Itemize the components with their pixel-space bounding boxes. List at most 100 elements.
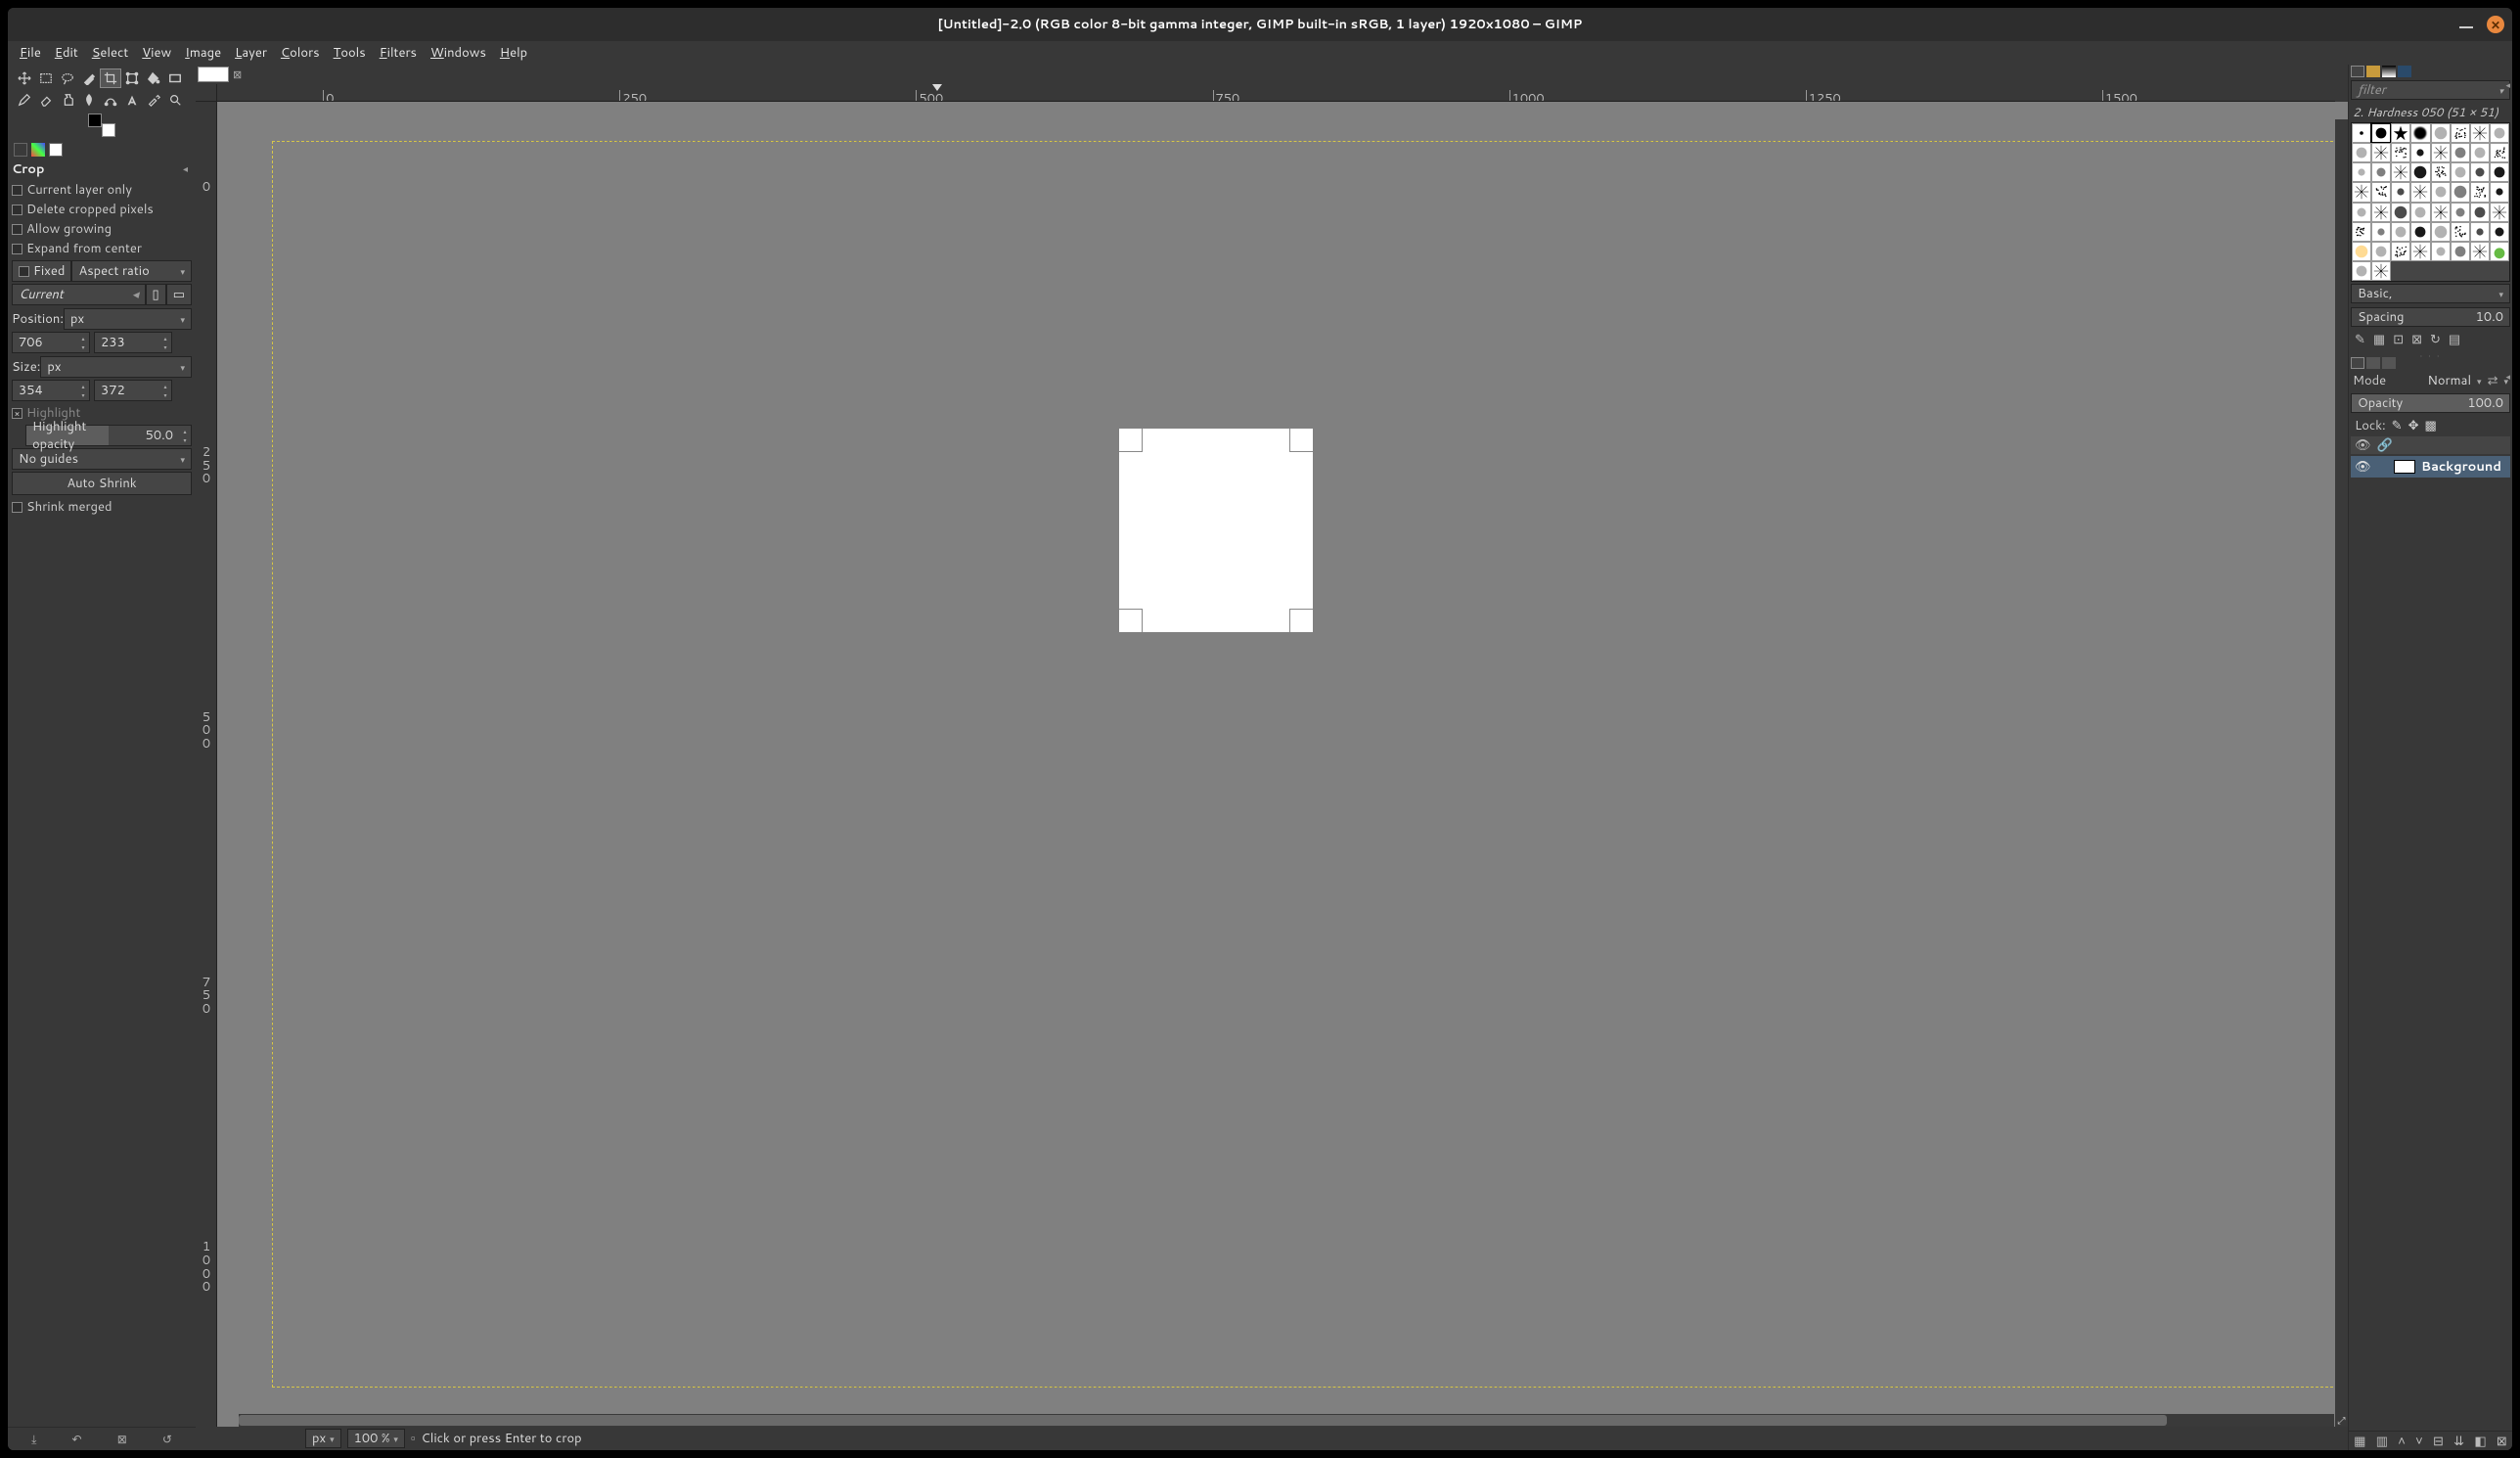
delete-cropped-checkbox[interactable]	[12, 205, 22, 215]
fuzzy-select-tool[interactable]	[78, 68, 100, 88]
h-scrollbar[interactable]	[239, 1414, 2334, 1427]
menu-layer[interactable]: Layer	[231, 42, 271, 64]
tool-options-tab-icon[interactable]	[14, 143, 27, 157]
color-picker-tool[interactable]	[143, 90, 164, 110]
horizontal-ruler[interactable]: 0250500750100012501500	[217, 84, 2335, 102]
status-unit-select[interactable]: px▾	[305, 1429, 341, 1448]
menu-help[interactable]: Help	[496, 42, 531, 64]
brush-filter-input[interactable]: filter▾	[2351, 80, 2510, 100]
lock-pixels-icon[interactable]: ✎	[2392, 417, 2403, 434]
lock-position-icon[interactable]: ✥	[2408, 417, 2419, 434]
brush-spacing-slider[interactable]: Spacing10.0	[2351, 307, 2510, 327]
menu-colors[interactable]: Colors	[277, 42, 324, 64]
brushes-tab[interactable]	[2351, 66, 2364, 77]
brush-grid[interactable]	[2351, 122, 2510, 282]
duplicate-layer-icon[interactable]: ⊟	[2433, 1433, 2444, 1450]
fonts-tab[interactable]	[2398, 66, 2411, 77]
gradient-tool[interactable]	[164, 68, 186, 88]
open-brush-folder-icon[interactable]: ▤	[2449, 331, 2460, 348]
save-preset-icon[interactable]: ⤓	[31, 1431, 36, 1447]
position-y-input[interactable]: 233▴▾	[94, 332, 172, 353]
position-unit-select[interactable]: px▾	[64, 308, 192, 330]
lock-alpha-icon[interactable]: ▩	[2424, 417, 2436, 434]
highlight-checkbox[interactable]: ×	[12, 408, 22, 419]
layer-item[interactable]: 👁 Background	[2351, 456, 2510, 478]
crop-handle-br[interactable]	[1289, 609, 1313, 632]
shrink-merged-checkbox[interactable]	[12, 502, 22, 513]
cancel-icon[interactable]: ▫	[411, 1430, 416, 1447]
menu-filters[interactable]: Filters	[376, 42, 421, 64]
clone-tool[interactable]	[57, 90, 78, 110]
gradients-tab[interactable]	[2382, 66, 2396, 77]
restore-preset-icon[interactable]: ↶	[72, 1431, 82, 1447]
brush-preset-select[interactable]: Basic,▾	[2351, 284, 2510, 303]
expand-center-checkbox[interactable]	[12, 244, 22, 254]
crop-tool[interactable]	[100, 68, 121, 88]
brushes-menu-icon[interactable]: ◂	[2505, 78, 2510, 91]
layer-visibility-icon[interactable]: 👁	[2355, 458, 2368, 476]
layer-name[interactable]: Background	[2421, 458, 2501, 476]
canvas[interactable]	[217, 102, 2348, 1427]
tool-options-menu-icon[interactable]: ◂	[183, 162, 188, 176]
mode-select[interactable]: Normal	[2427, 372, 2471, 389]
edit-brush-icon[interactable]: ✎	[2355, 331, 2365, 348]
menu-tools[interactable]: Tools	[330, 42, 370, 64]
delete-preset-icon[interactable]: ⊠	[117, 1431, 127, 1447]
new-group-icon[interactable]: ▥	[2376, 1433, 2388, 1450]
v-scrollbar[interactable]	[2335, 119, 2348, 1414]
transform-tool[interactable]	[121, 68, 143, 88]
size-unit-select[interactable]: px▾	[40, 356, 192, 378]
mode-switch-icon[interactable]: ⇄	[2488, 372, 2498, 389]
reset-preset-icon[interactable]: ↺	[162, 1431, 172, 1447]
channels-tab[interactable]	[2366, 357, 2380, 369]
aspect-entry[interactable]: Current◂	[12, 284, 146, 305]
menu-view[interactable]: View	[138, 42, 175, 64]
current-layer-only-checkbox[interactable]	[12, 185, 22, 196]
pencil-tool[interactable]	[14, 90, 35, 110]
patterns-tab[interactable]	[2366, 66, 2380, 77]
highlight-opacity-slider[interactable]: Highlight opacity 50.0 ▴▾	[25, 425, 192, 446]
smudge-tool[interactable]	[78, 90, 100, 110]
refresh-brushes-icon[interactable]: ↻	[2430, 331, 2441, 348]
crop-handle-tl[interactable]	[1119, 429, 1143, 452]
crop-handle-tr[interactable]	[1289, 429, 1313, 452]
size-w-input[interactable]: 354▴▾	[12, 380, 90, 401]
layers-menu-icon[interactable]: ◂	[2505, 370, 2510, 383]
allow-growing-checkbox[interactable]	[12, 224, 22, 235]
menu-image[interactable]: Image	[181, 42, 225, 64]
paths-tab[interactable]	[2382, 357, 2396, 369]
minimize-button[interactable]	[2459, 26, 2473, 28]
zoom-tool[interactable]	[164, 90, 186, 110]
layer-thumbnail[interactable]	[2394, 460, 2415, 474]
position-x-input[interactable]: 706▴▾	[12, 332, 90, 353]
portrait-button[interactable]: ▯	[146, 284, 166, 305]
free-select-tool[interactable]	[57, 68, 78, 88]
new-brush-icon[interactable]: ▦	[2373, 331, 2385, 348]
eraser-tool[interactable]	[35, 90, 57, 110]
crop-selection[interactable]	[1119, 429, 1313, 632]
fixed-mode-select[interactable]: Aspect ratio▾	[71, 260, 192, 282]
menu-edit[interactable]: Edit	[51, 42, 82, 64]
auto-shrink-button[interactable]: Auto Shrink	[12, 472, 192, 495]
menu-windows[interactable]: Windows	[427, 42, 490, 64]
move-tool[interactable]	[14, 68, 35, 88]
lower-layer-icon[interactable]: ˅	[2415, 1433, 2423, 1450]
delete-brush-icon[interactable]: ⊠	[2411, 331, 2422, 348]
rect-select-tool[interactable]	[35, 68, 57, 88]
landscape-button[interactable]: ▭	[166, 284, 192, 305]
merge-down-icon[interactable]: ⇊	[2453, 1433, 2464, 1450]
menu-select[interactable]: Select	[88, 42, 132, 64]
crop-handle-bl[interactable]	[1119, 609, 1143, 632]
vertical-ruler[interactable]: 02505007501000	[196, 102, 217, 1427]
layers-tab[interactable]	[2351, 357, 2364, 369]
status-zoom-select[interactable]: 100 %▾	[347, 1429, 405, 1448]
raise-layer-icon[interactable]: ˄	[2398, 1433, 2406, 1450]
text-tool[interactable]	[121, 90, 143, 110]
ruler-corner[interactable]	[196, 84, 217, 102]
image-bounds[interactable]	[272, 141, 2338, 1388]
close-tab-icon[interactable]: ⊠	[233, 67, 242, 82]
opacity-slider[interactable]: Opacity100.0	[2351, 393, 2510, 413]
duplicate-brush-icon[interactable]: ⊡	[2393, 331, 2404, 348]
delete-layer-icon[interactable]: ⊠	[2497, 1433, 2507, 1450]
mask-icon[interactable]: ◧	[2474, 1433, 2486, 1450]
